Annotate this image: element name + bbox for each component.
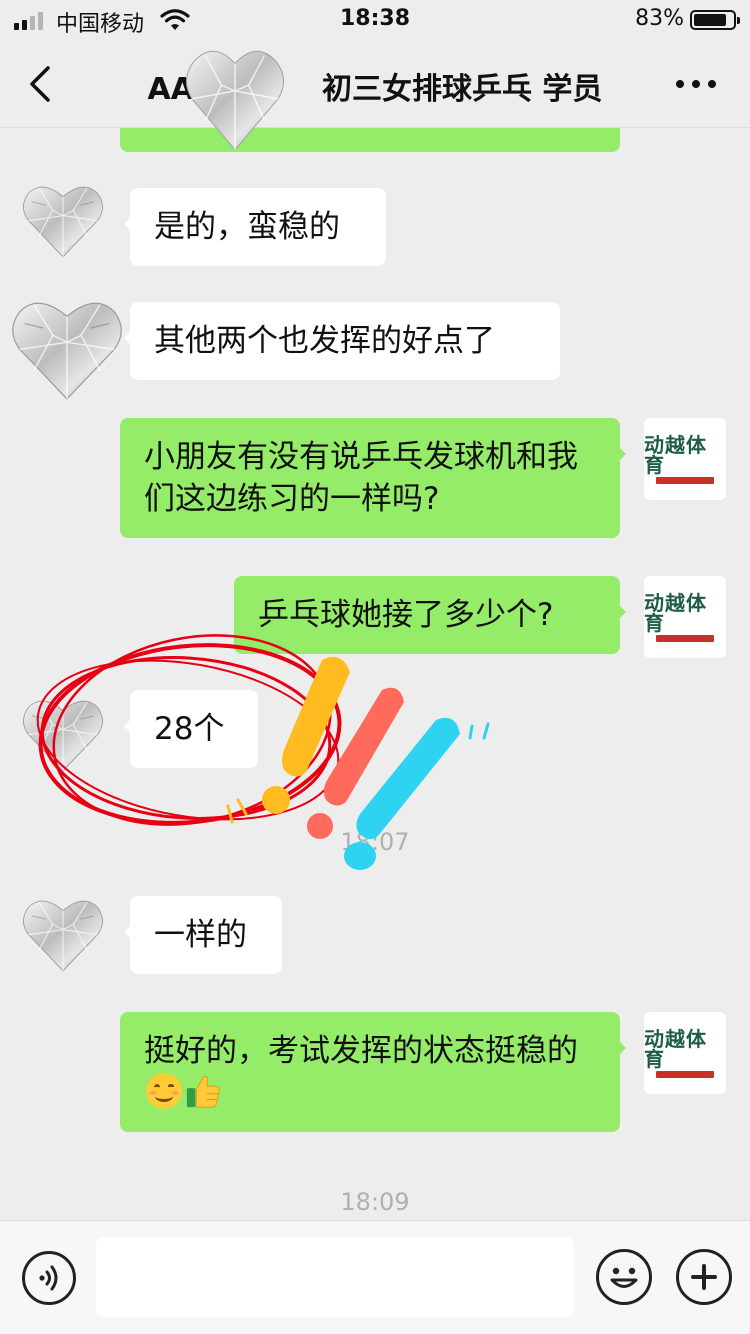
chat-title-prefix: AA: [147, 72, 194, 107]
smiling-face-icon: [146, 1073, 182, 1109]
logo-tagline-strip: [656, 634, 714, 642]
chevron-left-icon[interactable]: [20, 60, 64, 108]
chat-title: AA 初三女排球乒乓 学员: [100, 64, 650, 108]
battery-icon: [690, 10, 740, 30]
more-dots-icon[interactable]: [672, 70, 720, 98]
message-bubble[interactable]: 是的，蛮稳的: [124, 188, 386, 266]
logo-tagline-strip: [656, 1070, 714, 1078]
message-bubble[interactable]: 28个: [124, 690, 258, 768]
input-bar: [0, 1220, 750, 1334]
message-list[interactable]: 是的，蛮稳的 其他两个也发挥的好点了 小朋友有没有说乒乓发球机和我们这边练习的一…: [0, 128, 750, 1220]
avatar[interactable]: [8, 288, 126, 406]
logo-text: 动越体育: [644, 590, 707, 635]
voice-icon[interactable]: [22, 1251, 76, 1305]
avatar[interactable]: [20, 890, 106, 976]
avatar[interactable]: 动越体育: [644, 1012, 726, 1094]
logo-text: 动越体育: [644, 1026, 707, 1071]
timestamp: 18:09: [340, 1188, 410, 1216]
logo-tagline-strip: [656, 476, 714, 484]
message-text: 挺好的，考试发挥的状态挺稳的: [144, 1033, 578, 1069]
message-bubble[interactable]: 其他两个也发挥的好点了: [124, 302, 560, 380]
message-bubble[interactable]: 挺好的，考试发挥的状态挺稳的: [120, 1012, 626, 1132]
message-input[interactable]: [96, 1237, 574, 1317]
message-bubble-partial: [120, 128, 620, 152]
message-bubble[interactable]: 一样的: [124, 896, 282, 974]
message-bubble[interactable]: 乒乓球她接了多少个?: [234, 576, 626, 654]
smiley-icon[interactable]: [596, 1249, 652, 1305]
chat-title-suffix: 初三女排球乒乓 学员: [321, 72, 603, 107]
timestamp: 18:07: [340, 828, 410, 856]
avatar[interactable]: 动越体育: [644, 418, 726, 500]
chat-header: AA 初三女排球乒乓 学员: [0, 40, 750, 128]
thumbs-up-icon: [186, 1075, 220, 1108]
avatar[interactable]: [20, 176, 106, 262]
avatar[interactable]: [20, 690, 106, 776]
logo-text: 动越体育: [644, 432, 707, 477]
status-bar: 中国移动 18:38 83%: [0, 0, 750, 40]
plus-icon[interactable]: [676, 1249, 732, 1305]
battery-percent: 83%: [635, 6, 684, 31]
message-bubble[interactable]: 小朋友有没有说乒乓发球机和我们这边练习的一样吗?: [120, 418, 626, 538]
avatar[interactable]: 动越体育: [644, 576, 726, 658]
